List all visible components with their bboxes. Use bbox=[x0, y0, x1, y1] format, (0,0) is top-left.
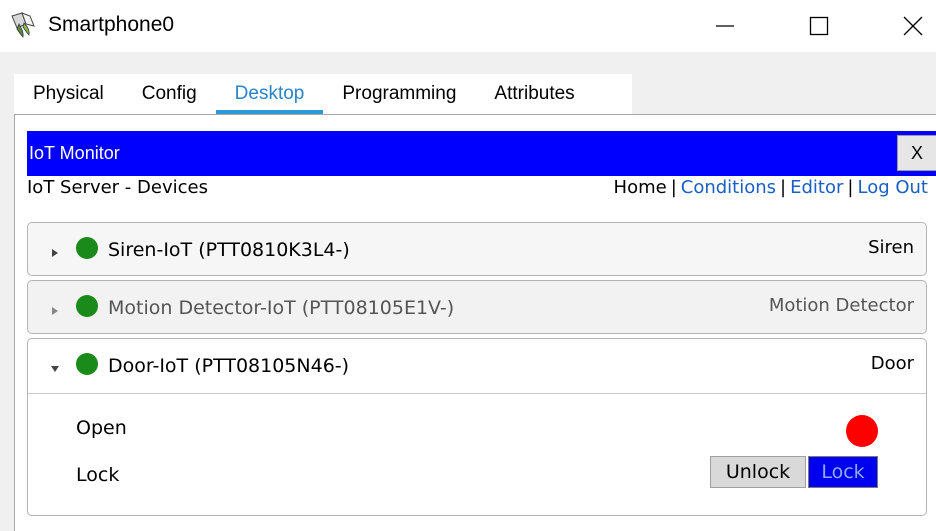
window-titlebar: Smartphone0 bbox=[0, 0, 936, 52]
iot-monitor-title: IoT Monitor bbox=[29, 143, 120, 163]
tab-programming[interactable]: Programming bbox=[323, 74, 475, 114]
minimize-icon bbox=[716, 25, 734, 27]
app-chrome: Physical Config Desktop Programming Attr… bbox=[0, 52, 936, 531]
tab-attributes[interactable]: Attributes bbox=[475, 74, 593, 114]
caret-right-icon[interactable] bbox=[50, 303, 60, 321]
lock-button[interactable]: Lock bbox=[808, 456, 878, 488]
status-indicator bbox=[76, 353, 98, 375]
device-row-motion-detector[interactable]: Motion Detector-IoT (PTT08105E1V-) Motio… bbox=[27, 280, 927, 334]
top-navigation: Home | Conditions | Editor | Log Out bbox=[614, 177, 928, 198]
nav-logout-link[interactable]: Log Out bbox=[857, 177, 928, 198]
unlock-button[interactable]: Unlock bbox=[710, 456, 806, 488]
device-name: Door-IoT (PTT08105N46-) bbox=[108, 355, 350, 377]
smartphone-app-icon bbox=[8, 10, 38, 40]
device-type: Motion Detector bbox=[768, 295, 914, 316]
property-lock-label: Lock bbox=[76, 464, 120, 486]
caret-down-icon[interactable] bbox=[50, 361, 60, 379]
device-row-siren[interactable]: Siren-IoT (PTT0810K3L4-) Siren bbox=[27, 222, 927, 276]
window-title: Smartphone0 bbox=[48, 13, 175, 36]
open-status-indicator bbox=[846, 415, 878, 447]
nav-conditions-link[interactable]: Conditions bbox=[681, 177, 776, 198]
maximize-button[interactable] bbox=[796, 4, 842, 48]
iot-monitor-close-button[interactable]: X bbox=[897, 135, 936, 171]
property-open-label: Open bbox=[76, 417, 127, 439]
nav-separator: | bbox=[847, 177, 854, 198]
device-name: Motion Detector-IoT (PTT08105E1V-) bbox=[108, 297, 455, 319]
minimize-button[interactable] bbox=[702, 4, 748, 48]
tab-config[interactable]: Config bbox=[123, 74, 216, 114]
close-icon bbox=[903, 16, 923, 36]
desktop-content: IoT Monitor X IoT Server - Devices Home |… bbox=[14, 114, 936, 531]
close-window-button[interactable] bbox=[890, 4, 936, 48]
status-indicator bbox=[76, 295, 98, 317]
tab-desktop[interactable]: Desktop bbox=[215, 74, 324, 114]
tab-physical[interactable]: Physical bbox=[14, 74, 123, 114]
device-name: Siren-IoT (PTT0810K3L4-) bbox=[108, 239, 350, 261]
tab-bar: Physical Config Desktop Programming Attr… bbox=[14, 74, 632, 114]
device-row-door[interactable]: Door-IoT (PTT08105N46-) Door Open Lock U… bbox=[27, 338, 927, 516]
divider bbox=[28, 393, 926, 394]
caret-right-icon[interactable] bbox=[50, 245, 60, 263]
nav-separator: | bbox=[670, 177, 677, 198]
iot-monitor-header: IoT Monitor X bbox=[27, 131, 936, 176]
nav-separator: | bbox=[780, 177, 787, 198]
device-type: Door bbox=[870, 353, 914, 374]
nav-home-link[interactable]: Home bbox=[614, 177, 667, 198]
server-devices-label: IoT Server - Devices bbox=[27, 177, 208, 198]
maximize-icon bbox=[809, 16, 829, 36]
status-indicator bbox=[76, 237, 98, 259]
device-type: Siren bbox=[868, 237, 914, 258]
nav-editor-link[interactable]: Editor bbox=[790, 177, 843, 198]
